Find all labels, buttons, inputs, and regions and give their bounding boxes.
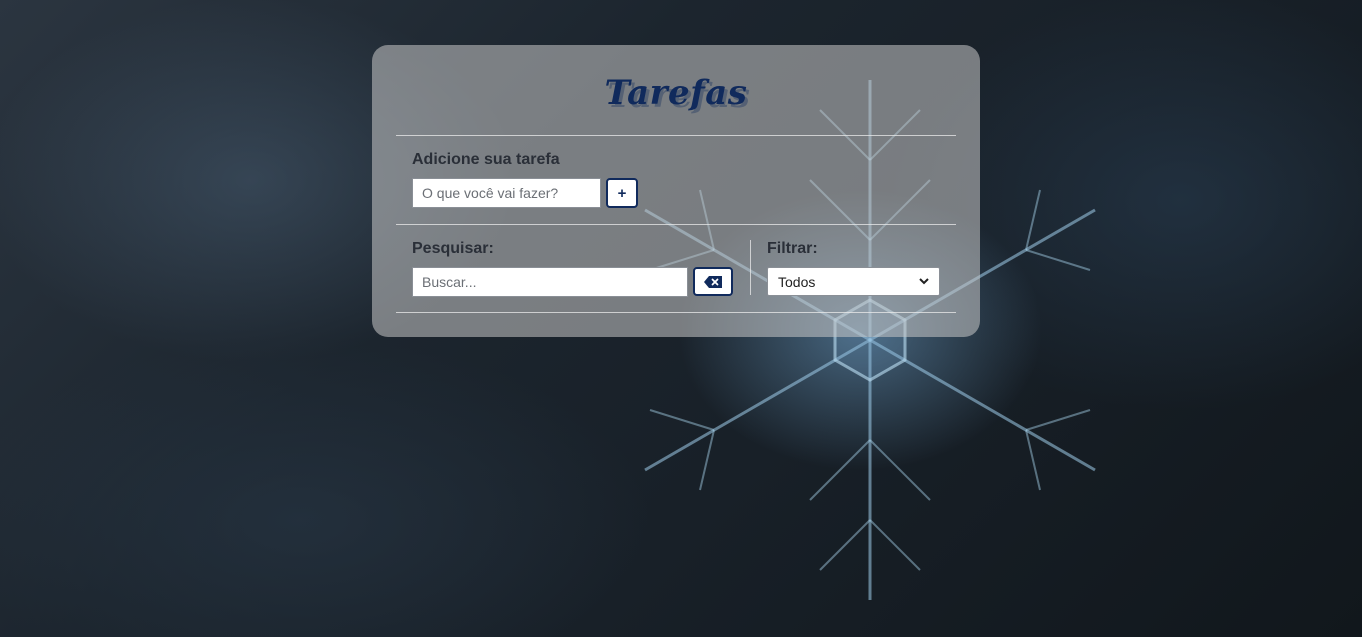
todo-card: Tarefas Adicione sua tarefa + Pesquisar:…	[372, 45, 980, 337]
filter-label: Filtrar:	[767, 240, 818, 257]
page-title: Tarefas	[604, 73, 748, 113]
add-task-button[interactable]: +	[606, 178, 638, 208]
backspace-icon	[704, 275, 722, 288]
clear-search-button[interactable]	[693, 267, 733, 296]
search-input[interactable]	[412, 267, 688, 297]
bottom-divider	[396, 312, 956, 313]
header-divider	[396, 135, 956, 136]
filter-selected-value: Todos	[778, 273, 816, 290]
search-label: Pesquisar:	[412, 240, 494, 257]
task-input[interactable]	[412, 178, 601, 208]
filter-select[interactable]: Todos	[767, 267, 940, 296]
add-divider	[396, 224, 956, 225]
chevron-down-icon	[919, 278, 929, 285]
filter-divider	[750, 240, 751, 295]
add-task-label: Adicione sua tarefa	[412, 151, 560, 168]
